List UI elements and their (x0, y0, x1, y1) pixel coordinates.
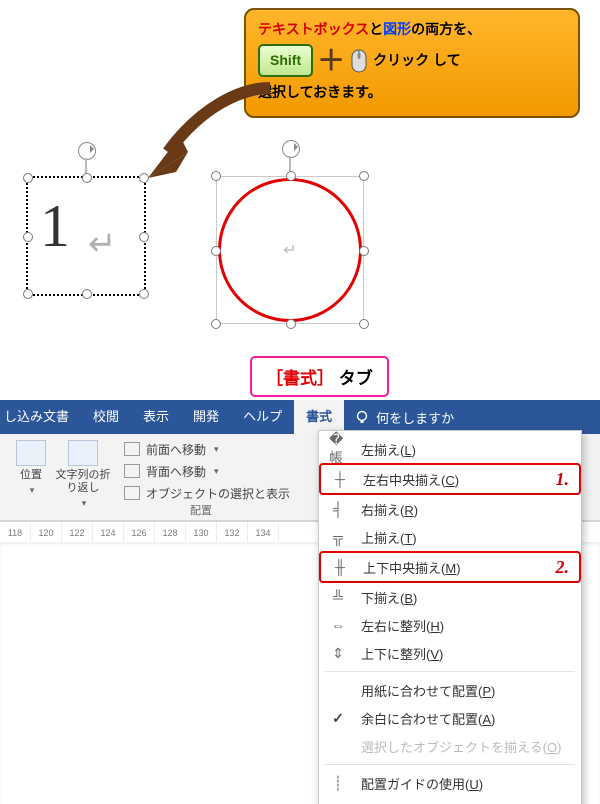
distribute-v-icon: ⇕ (329, 644, 347, 662)
distribute-h-icon: ⇔ (329, 616, 347, 634)
chevron-down-icon: ▾ (214, 466, 219, 477)
menu-align-to-page[interactable]: 用紙に合わせて配置(P) (319, 676, 581, 704)
send-backward-button[interactable]: 背面へ移動▾ (120, 460, 314, 482)
guides-icon: ┊ (329, 774, 347, 792)
step-number-2: 2. (556, 557, 570, 578)
menu-separator (325, 671, 575, 672)
resize-handle[interactable] (23, 289, 33, 299)
position-button[interactable]: 位置 ▾ (6, 438, 56, 496)
align-top-icon: ╦ (329, 528, 347, 546)
group-label-arrange: 配置 (190, 502, 212, 518)
rotate-handle-icon[interactable] (282, 140, 300, 158)
resize-handle[interactable] (211, 171, 221, 181)
align-center-h-icon: ┼ (331, 470, 349, 488)
tip-word-shape: 図形 (383, 21, 411, 37)
paragraph-mark-icon: ↵ (88, 224, 117, 264)
align-right-icon: ╡ (329, 500, 347, 518)
resize-handle[interactable] (139, 232, 149, 242)
menu-align-right[interactable]: ╡ 右揃え(R) (319, 495, 581, 523)
tab-help[interactable]: ヘルプ (231, 400, 294, 434)
align-menu: �帳 左揃え(L) ┼ 左右中央揃え(C) 1. ╡ 右揃え(R) ╦ 上揃え(… (318, 430, 582, 804)
resize-handle[interactable] (359, 246, 369, 256)
menu-align-center-vertical[interactable]: ╫ 上下中央揃え(M) 2. (319, 551, 581, 583)
rotate-handle-icon[interactable] (78, 142, 96, 160)
tip-callout: テキストボックスと図形の両方を、 Shift ＋ クリックして 選択しておきます… (244, 8, 580, 118)
menu-distribute-horizontal[interactable]: ⇔ 左右に整列(H) (319, 611, 581, 639)
align-bottom-icon: ╩ (329, 588, 347, 606)
tab-view[interactable]: 表示 (131, 400, 181, 434)
menu-align-left[interactable]: �帳 左揃え(L) (319, 435, 581, 463)
tab-review[interactable]: 校閲 (81, 400, 131, 434)
resize-handle[interactable] (139, 173, 149, 183)
menu-align-center-horizontal[interactable]: ┼ 左右中央揃え(C) 1. (319, 463, 581, 495)
textbox-value: 1 (40, 192, 70, 261)
chevron-down-icon: ▾ (30, 485, 35, 496)
resize-handle[interactable] (139, 289, 149, 299)
chevron-down-icon: ▾ (82, 498, 87, 509)
bring-forward-button[interactable]: 前面へ移動▾ (120, 438, 314, 460)
text-wrap-icon (68, 440, 98, 466)
paragraph-mark-icon: ↵ (283, 240, 296, 260)
align-left-icon: �帳 (329, 440, 347, 458)
resize-handle[interactable] (23, 232, 33, 242)
tell-me-search[interactable]: 何をしますか (344, 400, 464, 434)
resize-handle[interactable] (359, 171, 369, 181)
tab-format[interactable]: 書式 (294, 400, 344, 434)
tip-word-textbox: テキストボックス (258, 21, 369, 37)
format-tab-label: ［書式］ タブ (250, 356, 389, 397)
menu-use-alignment-guides[interactable]: ┊ 配置ガイドの使用(U) (319, 769, 581, 797)
resize-handle[interactable] (286, 171, 296, 181)
menu-align-selected-objects: 選択したオブジェクトを揃える(O) (319, 732, 581, 760)
ribbon-tabs: し込み文書 校閲 表示 開発 ヘルプ 書式 何をしますか (0, 400, 600, 434)
resize-handle[interactable] (359, 319, 369, 329)
tab-mailings[interactable]: し込み文書 (0, 400, 81, 434)
shift-key: Shift (258, 44, 313, 76)
selection-pane-icon (124, 485, 140, 501)
step-number-1: 1. (556, 469, 570, 490)
position-icon (16, 440, 46, 466)
menu-distribute-vertical[interactable]: ⇕ 上下に整列(V) (319, 639, 581, 667)
menu-align-bottom[interactable]: ╩ 下揃え(B) (319, 583, 581, 611)
menu-view-gridlines[interactable]: ▦ グリッド線の表示(S) (319, 797, 581, 804)
menu-align-top[interactable]: ╦ 上揃え(T) (319, 523, 581, 551)
resize-handle[interactable] (23, 173, 33, 183)
resize-handle[interactable] (82, 289, 92, 299)
bring-forward-icon (124, 441, 140, 457)
selection-pane-button[interactable]: オブジェクトの選択と表示 (120, 482, 314, 504)
text-wrap-button[interactable]: 文字列の折 り返し ▾ (58, 438, 108, 509)
resize-handle[interactable] (211, 319, 221, 329)
align-center-v-icon: ╫ (331, 558, 349, 576)
tab-developer[interactable]: 開発 (181, 400, 231, 434)
resize-handle[interactable] (211, 246, 221, 256)
menu-separator (325, 764, 575, 765)
resize-handle[interactable] (82, 173, 92, 183)
mouse-icon (349, 48, 369, 74)
circle-shape[interactable]: ↵ (216, 176, 364, 324)
check-icon (329, 709, 347, 727)
textbox-shape[interactable]: 1 ↵ (26, 176, 146, 296)
resize-handle[interactable] (286, 319, 296, 329)
send-backward-icon (124, 463, 140, 479)
menu-align-to-margin[interactable]: 余白に合わせて配置(A) (319, 704, 581, 732)
bulb-icon (354, 409, 370, 425)
chevron-down-icon: ▾ (214, 444, 219, 455)
